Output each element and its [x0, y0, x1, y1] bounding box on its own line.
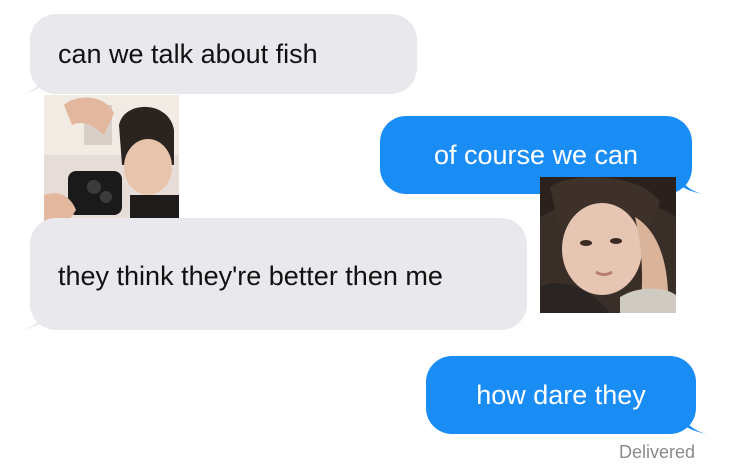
message-bubble-received[interactable]: can we talk about fish	[21, 14, 417, 94]
message-bubble-received[interactable]: they think they're better then me	[21, 218, 527, 330]
person-photo-icon	[540, 177, 676, 313]
photo-attachment[interactable]	[44, 95, 179, 228]
message-text: can we talk about fish	[58, 39, 318, 69]
message-text: of course we can	[433, 140, 639, 170]
photo-attachment[interactable]	[540, 177, 676, 313]
message-text: how dare they	[476, 380, 646, 410]
conversation-thread: can we talk about fish of course we can …	[0, 0, 735, 469]
bubble-tail	[683, 412, 707, 434]
delivery-status: Delivered	[618, 442, 695, 462]
message-text: they think they're better then me	[58, 261, 443, 291]
bubble-tail	[21, 72, 45, 94]
bubble-tail	[21, 308, 45, 330]
bubble-tail	[679, 172, 703, 194]
person-photo-icon	[44, 95, 179, 228]
message-bubble-sent[interactable]: how dare they	[426, 356, 707, 434]
